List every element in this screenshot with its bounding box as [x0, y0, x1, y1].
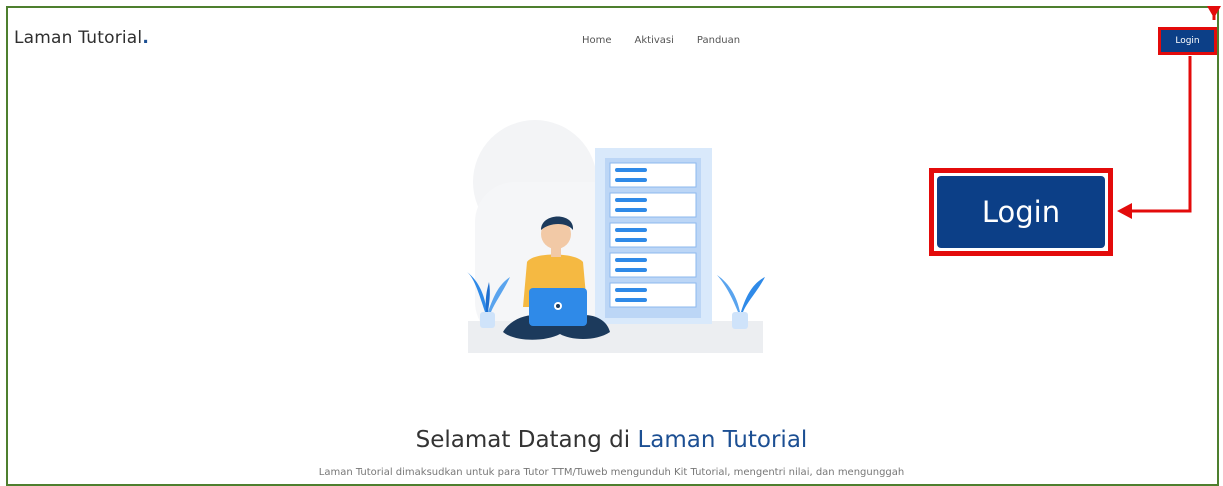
plant-right-icon: [717, 275, 765, 329]
hero-illustration: [467, 120, 765, 353]
welcome-highlight: Laman Tutorial: [637, 427, 808, 453]
welcome-heading: Selamat Datang di Laman Tutorial: [0, 427, 1223, 453]
welcome-prefix: Selamat Datang di: [415, 427, 638, 453]
arrow-to-corner: [1207, 6, 1221, 20]
welcome-description: Laman Tutorial dimaksudkan untuk para Tu…: [318, 467, 905, 478]
server-rack-icon: [595, 148, 712, 324]
arrow-to-zoom: [1117, 56, 1192, 219]
